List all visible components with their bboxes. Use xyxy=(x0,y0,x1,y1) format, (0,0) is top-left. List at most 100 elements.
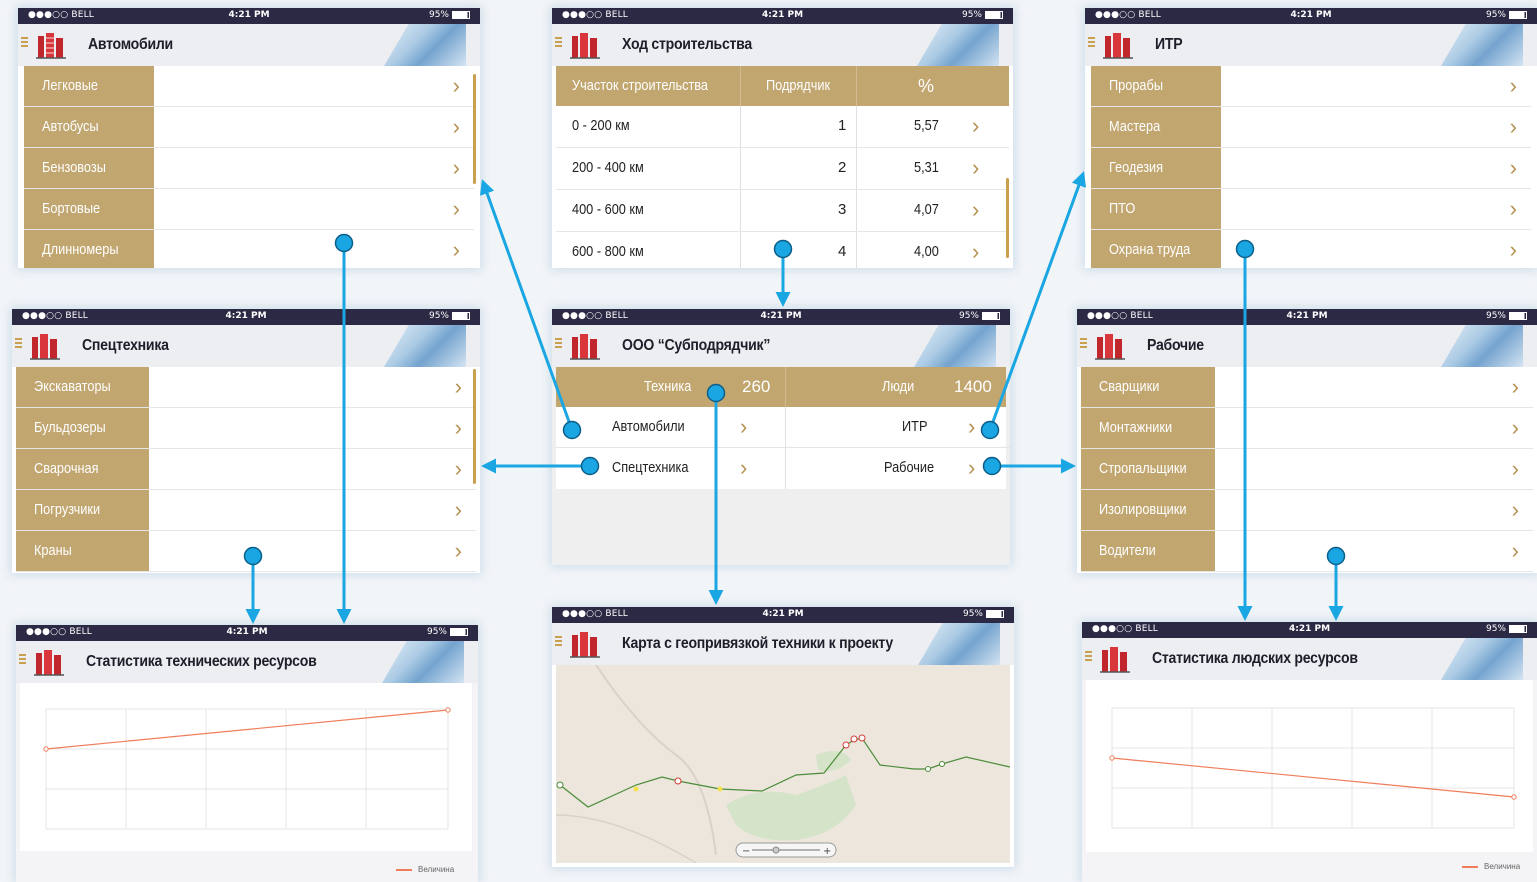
table-row[interactable]: 0 - 200 км 1 5,57 › xyxy=(556,106,1009,148)
table-row[interactable]: 400 - 600 км 3 4,07 › xyxy=(556,190,1009,232)
chevron-right-icon: › xyxy=(454,456,462,481)
screen-company: ●●●○○ BELL 4:21 PM 95% ООО “Субподрядчик” … xyxy=(552,309,1010,565)
table-cell: 4,07 xyxy=(914,201,939,218)
menu-icon[interactable] xyxy=(1088,37,1095,49)
map-marker[interactable] xyxy=(556,781,564,789)
list-item-label: Сварщики xyxy=(1099,378,1160,395)
list-item[interactable]: Сварочная › xyxy=(16,449,476,490)
battery-icon xyxy=(986,609,1004,618)
list-item-label: Краны xyxy=(34,542,72,559)
map-marker[interactable] xyxy=(633,786,639,792)
zoom-in-button[interactable]: + xyxy=(823,846,831,857)
screen-map: ●●●○○ BELL 4:21 PM 95% Карта с геопривязко… xyxy=(552,607,1014,867)
menu-icon[interactable] xyxy=(21,37,28,49)
menu-icon[interactable] xyxy=(15,338,22,350)
list-item[interactable]: Экскаваторы › xyxy=(16,367,476,408)
list-item-label: Прорабы xyxy=(1109,77,1164,94)
list-item[interactable]: ПТО › xyxy=(1091,189,1531,230)
menu-icon[interactable] xyxy=(555,636,562,648)
screen-special: ●●●○○ BELL 4:21 PM 95% Спецтехника Экскава… xyxy=(12,309,480,573)
table-cell: 200 - 400 км xyxy=(572,159,644,176)
list-item[interactable]: Бульдозеры › xyxy=(16,408,476,449)
menu-icon[interactable] xyxy=(1085,651,1092,663)
building-logo-icon xyxy=(1103,33,1133,59)
map-marker[interactable] xyxy=(842,741,850,749)
map-road xyxy=(595,665,717,856)
list-item[interactable]: Сварщики › xyxy=(1081,367,1533,408)
series-line xyxy=(45,709,449,750)
battery-label: 95% xyxy=(428,10,449,20)
zoom-handle[interactable] xyxy=(772,846,780,854)
header-building-image xyxy=(917,24,999,66)
status-bar: ●●●○○ BELL 4:21 PM 95% xyxy=(16,625,478,641)
list-item[interactable]: Погрузчики › xyxy=(16,490,476,531)
menu-icon[interactable] xyxy=(555,37,562,49)
scrollbar[interactable] xyxy=(473,369,476,484)
list-item[interactable]: Бензовозы › xyxy=(24,148,474,189)
list-item[interactable]: Бортовые › xyxy=(24,189,474,230)
chevron-right-icon: › xyxy=(1509,114,1517,139)
chevron-right-icon: › xyxy=(968,414,976,439)
list-item[interactable]: Монтажники › xyxy=(1081,408,1533,449)
chevron-right-icon: › xyxy=(454,415,462,440)
table-cell: 0 - 200 км xyxy=(572,117,630,134)
menu-item-workers[interactable]: Рабочие › xyxy=(786,448,1010,488)
list-item[interactable]: Стропальщики › xyxy=(1081,449,1533,490)
menu-item-special[interactable]: Спецтехника › xyxy=(556,448,785,488)
list-item[interactable]: Прорабы › xyxy=(1091,66,1531,107)
zoom-out-button[interactable]: − xyxy=(742,846,750,857)
list-item[interactable]: Легковые › xyxy=(24,66,474,107)
chevron-right-icon: › xyxy=(1511,497,1519,522)
clock-label: 4:21 PM xyxy=(1288,624,1331,634)
list-item[interactable]: Геодезия › xyxy=(1091,148,1531,189)
clock-label: 4:21 PM xyxy=(761,10,804,20)
chevron-right-icon: › xyxy=(454,374,462,399)
battery-label: 95% xyxy=(426,627,447,637)
scrollbar[interactable] xyxy=(1006,178,1009,258)
list-item[interactable]: Водители › xyxy=(1081,531,1533,572)
chevron-right-icon: › xyxy=(452,155,460,180)
menu-icon[interactable] xyxy=(555,338,562,350)
list-item-label: Легковые xyxy=(42,77,98,94)
menu-item-cars[interactable]: Автомобили › xyxy=(556,407,785,448)
list-item[interactable]: Изолировщики › xyxy=(1081,490,1533,531)
map-marker[interactable] xyxy=(858,734,866,742)
map-marker[interactable] xyxy=(674,777,682,785)
table-cell: 400 - 600 км xyxy=(572,201,644,218)
list-item[interactable]: Краны › xyxy=(16,531,476,572)
list-item[interactable]: Охрана труда › xyxy=(1091,230,1531,268)
list-item[interactable]: Автобусы › xyxy=(24,107,474,148)
header-building-image xyxy=(1441,638,1523,680)
list-item[interactable]: Мастера › xyxy=(1091,107,1531,148)
map-marker[interactable] xyxy=(939,761,945,767)
app-header: Статистика людских ресурсов xyxy=(1082,638,1537,680)
building-logo-icon xyxy=(1095,334,1125,360)
chevron-right-icon: › xyxy=(972,155,980,180)
header-building-image xyxy=(918,623,1000,665)
table-row[interactable]: 600 - 800 км 4 4,00 › xyxy=(556,232,1009,268)
chevron-right-icon: › xyxy=(452,114,460,139)
battery-indicator: 95% xyxy=(962,10,1003,20)
menu-icon[interactable] xyxy=(19,654,26,666)
chevron-right-icon: › xyxy=(972,197,980,222)
table-cell: 5,57 xyxy=(914,117,939,134)
zoom-slider[interactable] xyxy=(735,842,837,858)
screen-cars: ●●●○○ BELL 4:21 PM 95% Автомобили Легковые… xyxy=(18,8,480,268)
map-marker[interactable] xyxy=(850,735,858,743)
page-title: ИТР xyxy=(1155,36,1183,53)
chevron-right-icon: › xyxy=(452,237,460,262)
table-cell: 600 - 800 км xyxy=(572,243,644,260)
map-view[interactable]: − + xyxy=(556,665,1010,863)
chevron-right-icon: › xyxy=(452,196,460,221)
map-marker[interactable] xyxy=(717,786,723,792)
menu-icon[interactable] xyxy=(1080,338,1087,350)
map-marker[interactable] xyxy=(925,766,931,772)
scrollbar[interactable] xyxy=(473,74,476,184)
battery-icon xyxy=(450,627,468,636)
list-item[interactable]: Длинномеры › xyxy=(24,230,474,268)
series-point xyxy=(43,746,49,752)
status-bar: ●●●○○ BELL 4:21 PM 95% xyxy=(552,309,1010,325)
table-row[interactable]: 200 - 400 км 2 5,31 › xyxy=(556,148,1009,190)
menu-item-itr[interactable]: ИТР › xyxy=(786,407,1010,448)
battery-indicator: 95% xyxy=(1486,311,1527,321)
